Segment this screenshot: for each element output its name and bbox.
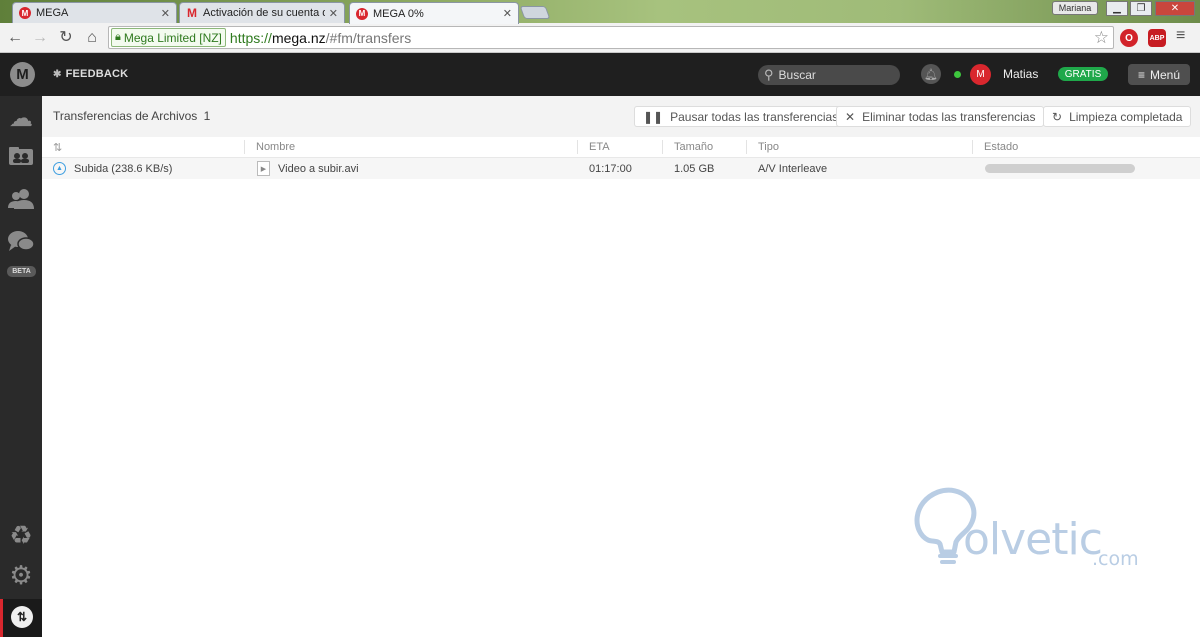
main-menu-button[interactable]: ≡ Menú <box>1128 64 1190 85</box>
file-type: A/V Interleave <box>758 163 828 175</box>
mega-favicon-icon: M <box>356 7 368 20</box>
watermark-text: olvetic <box>963 514 1103 565</box>
search-input[interactable]: ⚲ Buscar <box>758 65 900 85</box>
close-tab-icon[interactable]: ✕ <box>161 7 170 20</box>
back-arrow-icon[interactable]: ← <box>5 28 25 48</box>
video-file-icon: ▶ <box>257 161 270 176</box>
refresh-icon: ↻ <box>1052 109 1063 124</box>
shared-folders-icon[interactable] <box>0 146 42 172</box>
browser-tab-activation[interactable]: M Activación de su cuenta d ✕ <box>179 2 345 23</box>
sort-direction-icon[interactable]: ⇅ <box>53 141 62 154</box>
browser-tab-mega-transfers[interactable]: M MEGA 0% ✕ <box>349 2 519 24</box>
table-row[interactable]: ▲ Subida (238.6 KB/s) ▶ Video a subir.av… <box>42 158 1200 179</box>
column-divider <box>244 140 245 154</box>
pause-icon: ❚❚ <box>643 109 664 124</box>
close-tab-icon[interactable]: ✕ <box>503 7 512 20</box>
remove-all-button[interactable]: ✕ Eliminar todas las transferencias <box>836 106 1045 127</box>
close-icon: ✕ <box>845 109 856 124</box>
pause-all-label: Pausar todas las transferencias <box>670 109 839 124</box>
tab-title: Activación de su cuenta d <box>203 7 325 19</box>
left-sidebar: ☁ BETA ♻ ⚙ ⇅ <box>0 96 42 637</box>
contacts-icon[interactable] <box>0 188 42 216</box>
browser-tab-mega[interactable]: M MEGA ✕ <box>12 2 177 23</box>
gmail-favicon-icon: M <box>187 6 197 20</box>
column-divider <box>662 140 663 154</box>
address-bar[interactable]: 🔒︎ Mega Limited [NZ] https://mega.nz/#fm… <box>108 26 1114 49</box>
minimize-icon[interactable]: ▁ <box>1106 1 1128 16</box>
transfers-table-header: ⇅ Nombre ETA Tamaño Tipo Estado <box>42 137 1200 158</box>
column-header-name[interactable]: Nombre <box>256 141 295 153</box>
feedback-button[interactable]: ✱ FEEDBACK <box>53 68 128 80</box>
opera-extension-icon[interactable]: O <box>1120 29 1138 47</box>
transfers-icon[interactable]: ⇅ <box>11 606 33 628</box>
home-icon[interactable]: ⌂ <box>82 28 102 48</box>
mega-favicon-icon: M <box>19 7 31 19</box>
remove-all-label: Eliminar todas las transferencias <box>862 109 1036 124</box>
bookmark-star-icon[interactable]: ☆ <box>1094 28 1109 48</box>
cloud-drive-icon[interactable]: ☁ <box>0 104 42 133</box>
new-tab-button[interactable] <box>519 6 551 19</box>
ev-certificate-badge[interactable]: 🔒︎ Mega Limited [NZ] <box>111 28 226 47</box>
upload-icon: ▲ <box>53 162 66 175</box>
profile-button[interactable]: Mariana <box>1052 1 1098 15</box>
mega-topbar: M ✱ FEEDBACK ⚲ Buscar 🔔︎ M Matias GRATIS … <box>0 53 1200 96</box>
watermark-suffix: .com <box>1092 548 1139 570</box>
online-status-dot <box>954 71 961 78</box>
adblock-extension-icon[interactable]: ABP <box>1148 29 1166 47</box>
pause-all-button[interactable]: ❚❚ Pausar todas las transferencias <box>634 106 848 127</box>
menu-label: Menú <box>1149 67 1181 82</box>
url-text[interactable]: https://mega.nz/#fm/transfers <box>230 30 411 46</box>
column-divider <box>577 140 578 154</box>
search-placeholder: Buscar <box>778 68 816 82</box>
bug-icon: ✱ <box>53 69 62 80</box>
hamburger-icon: ≡ <box>1137 67 1145 82</box>
column-header-type[interactable]: Tipo <box>758 141 779 153</box>
tab-title: MEGA 0% <box>373 7 424 20</box>
column-divider <box>972 140 973 154</box>
feedback-label: FEEDBACK <box>65 68 129 80</box>
transfer-direction: Subida (238.6 KB/s) <box>74 163 173 175</box>
mega-logo-icon[interactable]: M <box>10 62 35 87</box>
rubbish-bin-recycle-icon[interactable]: ♻ <box>0 520 42 551</box>
transfers-header: Transferencias de Archivos 1 ❚❚ Pausar t… <box>42 96 1200 137</box>
username[interactable]: Matias <box>1003 67 1038 81</box>
url-scheme: https:// <box>229 29 272 46</box>
close-tab-icon[interactable]: ✕ <box>329 7 338 20</box>
maximize-icon[interactable]: ❐ <box>1130 1 1152 16</box>
column-divider <box>746 140 747 154</box>
ev-label: Mega Limited [NZ] <box>123 30 222 45</box>
chat-icon[interactable] <box>0 230 42 260</box>
file-name: Video a subir.avi <box>278 163 359 175</box>
column-header-size[interactable]: Tamaño <box>674 141 713 153</box>
search-icon: ⚲ <box>764 67 774 82</box>
page-title: Transferencias de Archivos 1 <box>53 109 210 123</box>
notifications-bell-icon[interactable]: 🔔︎ <box>921 64 941 84</box>
settings-gear-icon[interactable]: ⚙ <box>0 560 42 591</box>
plan-badge[interactable]: GRATIS <box>1058 67 1108 81</box>
reload-icon[interactable]: ↻ <box>56 28 76 48</box>
transfer-progress-bar <box>985 164 1135 173</box>
avatar[interactable]: M <box>970 64 991 85</box>
browser-toolbar: ← → ↻ ⌂ 🔒︎ Mega Limited [NZ] https://meg… <box>0 23 1200 53</box>
clear-completed-label: Limpieza completada <box>1069 109 1183 124</box>
transfer-eta: 01:17:00 <box>589 163 632 175</box>
column-header-eta[interactable]: ETA <box>589 141 610 153</box>
chrome-menu-icon[interactable]: ≡ <box>1176 27 1185 45</box>
browser-tabstrip: M MEGA ✕ M Activación de su cuenta d ✕ M… <box>0 0 1200 24</box>
url-host: mega.nz <box>271 29 326 46</box>
beta-badge: BETA <box>7 266 36 277</box>
tab-title: MEGA <box>36 7 69 19</box>
file-size: 1.05 GB <box>674 163 715 175</box>
transfers-title: Transferencias de Archivos <box>53 109 198 123</box>
window-close-icon[interactable]: ✕ <box>1155 1 1195 16</box>
transfers-count: 1 <box>203 109 211 123</box>
column-header-status[interactable]: Estado <box>984 141 1018 153</box>
url-path: /#fm/transfers <box>325 29 412 46</box>
lock-icon: 🔒︎ <box>115 31 121 43</box>
clear-completed-button[interactable]: ↻ Limpieza completada <box>1043 106 1192 127</box>
forward-arrow-icon[interactable]: → <box>30 28 50 48</box>
